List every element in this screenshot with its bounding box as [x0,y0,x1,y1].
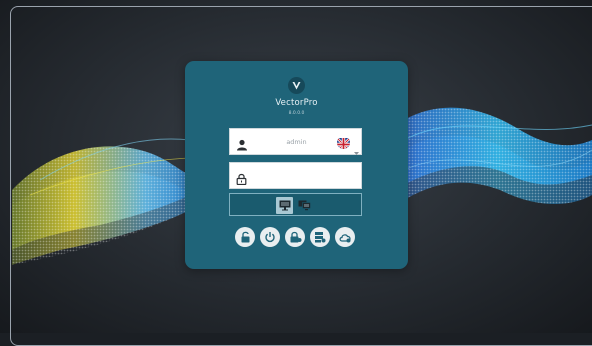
cloud-settings-icon [339,228,352,247]
server-settings-icon [314,228,326,247]
vectorpro-logo-icon [288,77,305,94]
server-settings-button[interactable] [310,227,330,247]
cloud-settings-button[interactable] [335,227,355,247]
uk-flag-icon[interactable] [337,136,350,149]
lock-settings-icon [289,228,302,247]
password-field[interactable] [229,162,362,189]
action-toolbar [235,227,365,249]
lock-icon [236,170,247,189]
username-field[interactable]: admin [229,128,362,155]
dual-monitor-icon [298,196,311,215]
login-panel: VectorPro 8.0.0.0 admin [185,61,408,269]
dual-monitor-button[interactable] [296,197,313,214]
unlock-button[interactable] [235,227,255,247]
single-monitor-icon [279,196,291,215]
display-mode-selector [229,193,362,216]
chevron-down-icon[interactable] [354,141,359,160]
power-icon [264,228,276,247]
unlock-icon [240,228,251,247]
lock-settings-button[interactable] [285,227,305,247]
power-button[interactable] [260,227,280,247]
single-monitor-button[interactable] [276,197,293,214]
desktop-background: VectorPro 8.0.0.0 admin [0,0,592,346]
app-name: VectorPro [275,98,318,108]
app-version: 8.0.0.0 [288,111,305,116]
